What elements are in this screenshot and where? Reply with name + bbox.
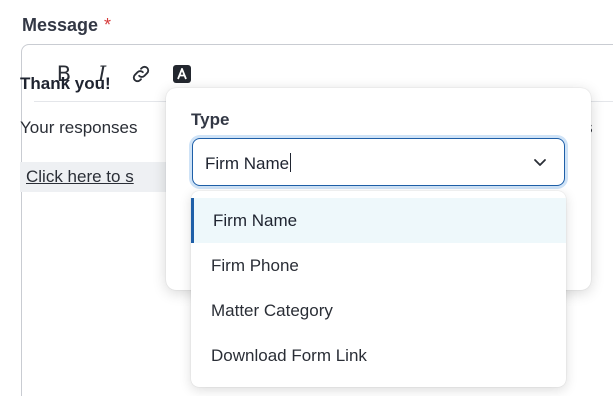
type-options-list: Firm Name Firm Phone Matter Category Dow… — [191, 191, 566, 387]
content-paragraph: Your responses — [20, 118, 138, 137]
option-firm-phone[interactable]: Firm Phone — [191, 243, 566, 288]
option-download-form-link[interactable]: Download Form Link — [191, 333, 566, 378]
required-marker: * — [104, 15, 112, 35]
chevron-down-icon[interactable] — [532, 154, 548, 170]
content-heading: Thank you! — [20, 74, 111, 93]
option-matter-category[interactable]: Matter Category — [191, 288, 566, 333]
type-label: Type — [191, 110, 230, 129]
insert-variable-button[interactable] — [170, 62, 194, 86]
type-select[interactable]: Firm Name — [192, 138, 565, 186]
type-select-value[interactable]: Firm Name — [205, 153, 292, 174]
content-link[interactable]: Click here to s — [20, 162, 170, 192]
text-caret — [290, 153, 292, 172]
message-label: Message * — [22, 15, 111, 36]
option-firm-name[interactable]: Firm Name — [191, 198, 566, 243]
link-icon — [132, 65, 150, 83]
message-label-text: Message — [22, 15, 99, 35]
variable-icon — [173, 65, 191, 83]
link-button[interactable] — [129, 62, 153, 86]
